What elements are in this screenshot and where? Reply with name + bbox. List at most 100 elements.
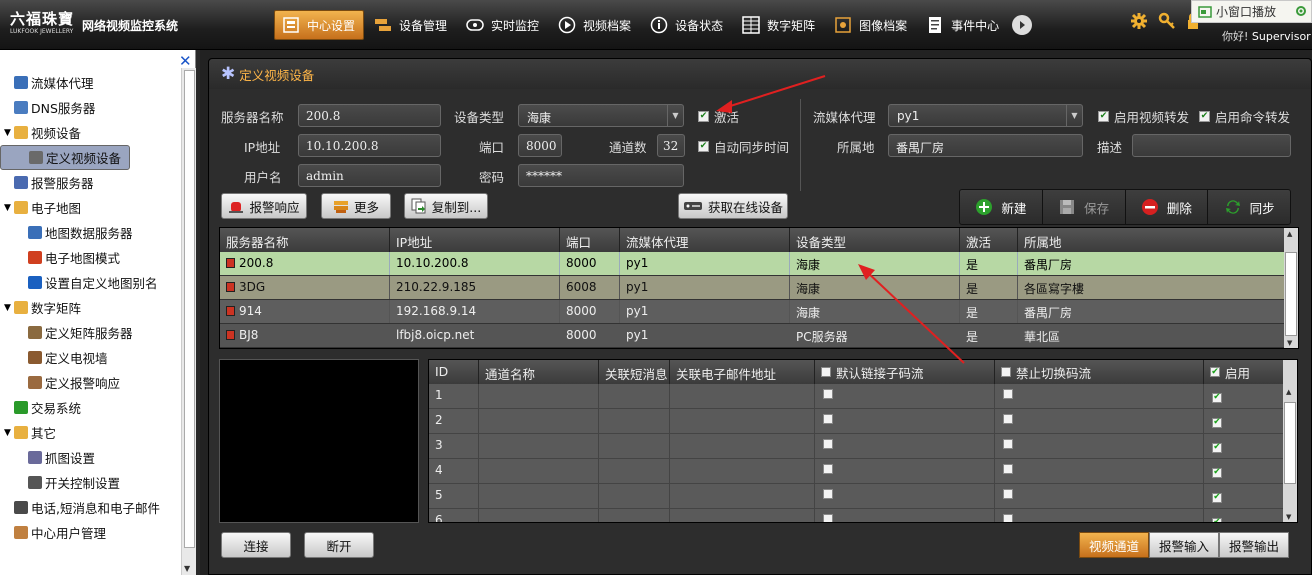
sidebar-item[interactable]: 地图数据服务器 — [0, 220, 181, 245]
sidebar-scrollbar[interactable]: ▼ — [181, 68, 196, 575]
password-input[interactable]: ****** — [518, 164, 684, 187]
table-row[interactable]: 2 ✔ — [429, 409, 1297, 434]
sidebar-item[interactable]: ▼ 视频设备 — [0, 120, 181, 145]
tree-expand-icon[interactable]: ▼ — [4, 303, 14, 313]
checkbox-unchecked-icon[interactable] — [1003, 439, 1013, 449]
table-row[interactable]: 914 192.168.9.14 8000 py1 海康 是 番禺厂房 — [220, 300, 1298, 324]
tab-alarm-input[interactable]: 报警输入 — [1149, 532, 1220, 558]
device-table-scrollbar[interactable]: ▲ ▼ — [1284, 228, 1298, 348]
new-button[interactable]: 新建 — [960, 190, 1043, 224]
server-name-input[interactable]: 200.8 — [298, 104, 441, 127]
column-header[interactable]: 关联电子邮件地址 — [670, 360, 815, 384]
nav-image-archive[interactable]: 图像档案 — [826, 10, 916, 40]
sidebar-item[interactable]: 定义报警响应 — [0, 370, 181, 395]
tree-expand-icon[interactable]: ▼ — [4, 428, 14, 438]
chevron-down-icon[interactable]: ▼ — [1066, 105, 1082, 126]
column-header[interactable]: 激活 — [960, 228, 1018, 252]
checkbox-unchecked-icon[interactable] — [1003, 414, 1013, 424]
checkbox-checked-icon[interactable]: ✔ — [1212, 467, 1222, 478]
scroll-down-icon[interactable]: ▼ — [1286, 513, 1291, 521]
sidebar-item[interactable]: 交易系统 — [0, 395, 181, 420]
sidebar-item[interactable]: ▼ 其它 — [0, 420, 181, 445]
nav-live-monitor[interactable]: 实时监控 — [458, 10, 548, 40]
sidebar-item[interactable]: DNS服务器 — [0, 95, 181, 120]
disconnect-button[interactable]: 断开 — [304, 532, 374, 558]
nav-next-arrow-icon[interactable] — [1012, 15, 1033, 35]
nav-digital-matrix[interactable]: 数字矩阵 — [734, 10, 824, 40]
auto-sync-time-checkbox[interactable]: ✔ 自动同步时间 — [698, 137, 789, 156]
checkbox-unchecked-icon[interactable] — [1003, 514, 1013, 522]
checkbox-checked-icon[interactable]: ✔ — [1212, 517, 1222, 522]
more-button[interactable]: 更多 — [321, 193, 391, 219]
table-row[interactable]: 3 ✔ — [429, 434, 1297, 459]
username-input[interactable]: admin — [298, 164, 441, 187]
sidebar-item[interactable]: 流媒体代理 — [0, 70, 181, 95]
sidebar-item[interactable]: 抓图设置 — [0, 445, 181, 470]
sidebar-item[interactable]: 定义视频设备 — [0, 145, 131, 170]
enable-cmd-forward-checkbox[interactable]: ✔ 启用命令转发 — [1199, 107, 1290, 126]
location-input[interactable]: 番禺厂房 — [888, 134, 1083, 157]
checkbox-unchecked-icon[interactable] — [1003, 464, 1013, 474]
column-header[interactable]: 流媒体代理 — [620, 228, 790, 252]
table-row[interactable]: 6 ✔ — [429, 509, 1297, 522]
table-row[interactable]: 1 ✔ — [429, 384, 1297, 409]
table-row[interactable]: 3DG 210.22.9.185 6008 py1 海康 是 各區寫字樓 — [220, 276, 1298, 300]
sidebar-item[interactable]: ▼ 电子地图 — [0, 195, 181, 220]
delete-button[interactable]: 删除 — [1126, 190, 1209, 224]
sidebar-item[interactable]: 定义电视墙 — [0, 345, 181, 370]
tree-expand-icon[interactable]: ▼ — [4, 128, 14, 138]
checkbox-unchecked-icon[interactable] — [823, 414, 833, 424]
sync-button[interactable]: 同步 — [1208, 190, 1290, 224]
checkbox-unchecked-icon[interactable] — [1003, 389, 1013, 399]
checkbox-checked-icon[interactable]: ✔ — [1212, 392, 1222, 403]
sidebar-item[interactable]: 设置自定义地图别名 — [0, 270, 181, 295]
ip-input[interactable]: 10.10.200.8 — [298, 134, 441, 157]
sidebar-item[interactable]: 定义矩阵服务器 — [0, 320, 181, 345]
save-button[interactable]: 保存 — [1043, 190, 1126, 224]
nav-event-center[interactable]: 事件中心 — [918, 10, 1008, 40]
column-header[interactable]: 默认链接子码流 — [815, 360, 995, 384]
column-header[interactable]: 通道名称 — [479, 360, 599, 384]
small-window-play-button[interactable]: 小窗口播放 — [1191, 0, 1312, 23]
media-proxy-select[interactable]: py1 ▼ — [888, 104, 1083, 127]
channels-input[interactable]: 32 — [657, 134, 685, 157]
nav-device-status[interactable]: 设备状态 — [642, 10, 732, 40]
tree-expand-icon[interactable]: ▼ — [4, 203, 14, 213]
sidebar-item[interactable]: 电子地图模式 — [0, 245, 181, 270]
table-row[interactable]: 4 ✔ — [429, 459, 1297, 484]
checkbox-unchecked-icon[interactable] — [823, 489, 833, 499]
column-header[interactable]: 设备类型 — [790, 228, 960, 252]
tab-alarm-output[interactable]: 报警输出 — [1219, 532, 1290, 558]
scroll-thumb[interactable] — [1284, 402, 1296, 484]
checkbox-checked-icon[interactable]: ✔ — [1212, 417, 1222, 428]
scroll-up-icon[interactable]: ▲ — [1286, 388, 1291, 396]
scroll-down-icon[interactable]: ▼ — [184, 564, 190, 573]
sidebar-item[interactable]: 开关控制设置 — [0, 470, 181, 495]
table-row[interactable]: 5 ✔ — [429, 484, 1297, 509]
sidebar-item[interactable]: 电话,短消息和电子邮件 — [0, 495, 181, 520]
column-header[interactable]: 禁止切换码流 — [995, 360, 1204, 384]
sidebar-item[interactable]: 报警服务器 — [0, 170, 181, 195]
checkbox-unchecked-icon[interactable] — [823, 439, 833, 449]
activate-checkbox[interactable]: ✔ 激活 — [698, 107, 739, 126]
checkbox-unchecked-icon[interactable] — [1001, 367, 1011, 377]
column-header[interactable]: 端口 — [560, 228, 620, 252]
popup-gear-icon[interactable] — [1294, 4, 1308, 21]
scroll-down-icon[interactable]: ▼ — [1287, 339, 1292, 347]
user-name[interactable]: Supervisor — [1252, 30, 1311, 43]
get-online-devices-button[interactable]: 获取在线设备 — [678, 193, 788, 219]
video-preview-pane[interactable] — [219, 359, 419, 523]
scroll-up-icon[interactable]: ▲ — [1287, 230, 1292, 238]
nav-video-archive[interactable]: 视频档案 — [550, 10, 640, 40]
column-header[interactable]: 所属地 — [1018, 228, 1284, 252]
column-header[interactable]: IP地址 — [390, 228, 560, 252]
sidebar-item[interactable]: ▼ 数字矩阵 — [0, 295, 181, 320]
checkbox-unchecked-icon[interactable] — [821, 367, 831, 377]
checkbox-unchecked-icon[interactable] — [823, 464, 833, 474]
scroll-thumb[interactable] — [1285, 252, 1297, 336]
sidebar-item[interactable]: 中心用户管理 — [0, 520, 181, 545]
checkbox-unchecked-icon[interactable] — [1003, 489, 1013, 499]
device-type-select[interactable]: 海康 ▼ — [518, 104, 684, 127]
checkbox-checked-icon[interactable]: ✔ — [1212, 492, 1222, 503]
nav-device-manage[interactable]: 设备管理 — [366, 10, 456, 40]
